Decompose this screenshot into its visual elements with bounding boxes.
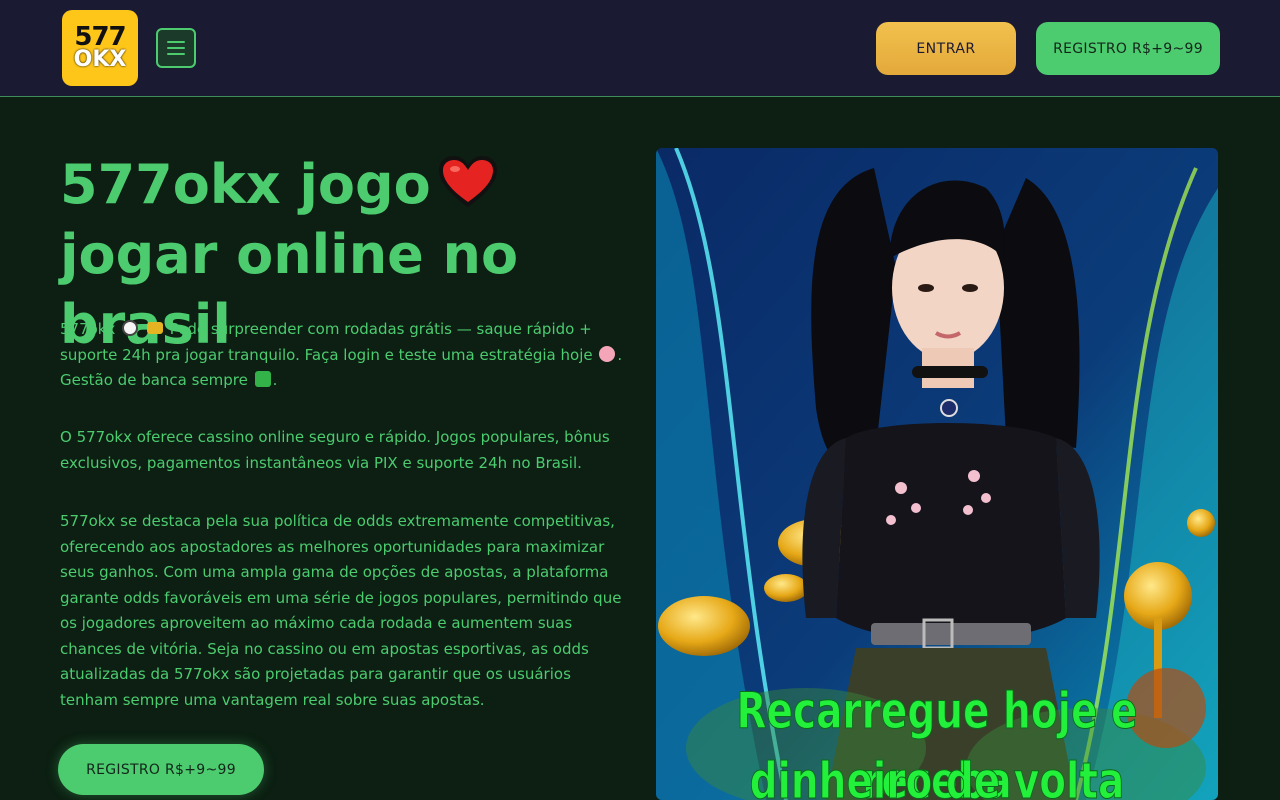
hero-title-part-1: 577okx jogo (60, 153, 431, 216)
menu-bar (167, 41, 185, 43)
login-button[interactable]: ENTRAR (876, 22, 1016, 75)
intro-paragraph: 577okx Pode surpreender com rodadas grát… (60, 317, 630, 394)
intro-text-1: Pode surpreender com rodadas grátis — sa… (60, 320, 593, 364)
heart-icon (438, 156, 497, 207)
odds-paragraph: 577okx se destaca pela sua política de o… (60, 512, 622, 709)
intro-brand: 577okx (60, 320, 116, 338)
description-paragraph: O 577okx oferece cassino online seguro e… (60, 428, 610, 472)
promo-banner[interactable]: Recarregue hoje e receba dinheiro de vol… (656, 148, 1218, 800)
register-button-header[interactable]: REGISTRO R$+9~99 (1036, 22, 1220, 75)
menu-bar (167, 53, 185, 55)
credit-card-icon (146, 322, 163, 334)
check-mark-icon (254, 371, 271, 387)
logo-line-2: OKX (73, 46, 127, 72)
site-logo[interactable]: 577 OKX (62, 10, 138, 86)
intro-text-3: . (272, 371, 278, 389)
menu-bar (167, 47, 185, 49)
brain-icon (599, 345, 616, 362)
clock-icon (122, 320, 139, 336)
banner-headline-2: dinheiro de volta (749, 752, 1125, 800)
hamburger-menu-icon[interactable] (156, 28, 196, 68)
register-button-hero[interactable]: REGISTRO R$+9~99 (58, 744, 264, 795)
top-navigation-bar: 577 OKX ENTRAR REGISTRO R$+9~99 (0, 0, 1280, 97)
